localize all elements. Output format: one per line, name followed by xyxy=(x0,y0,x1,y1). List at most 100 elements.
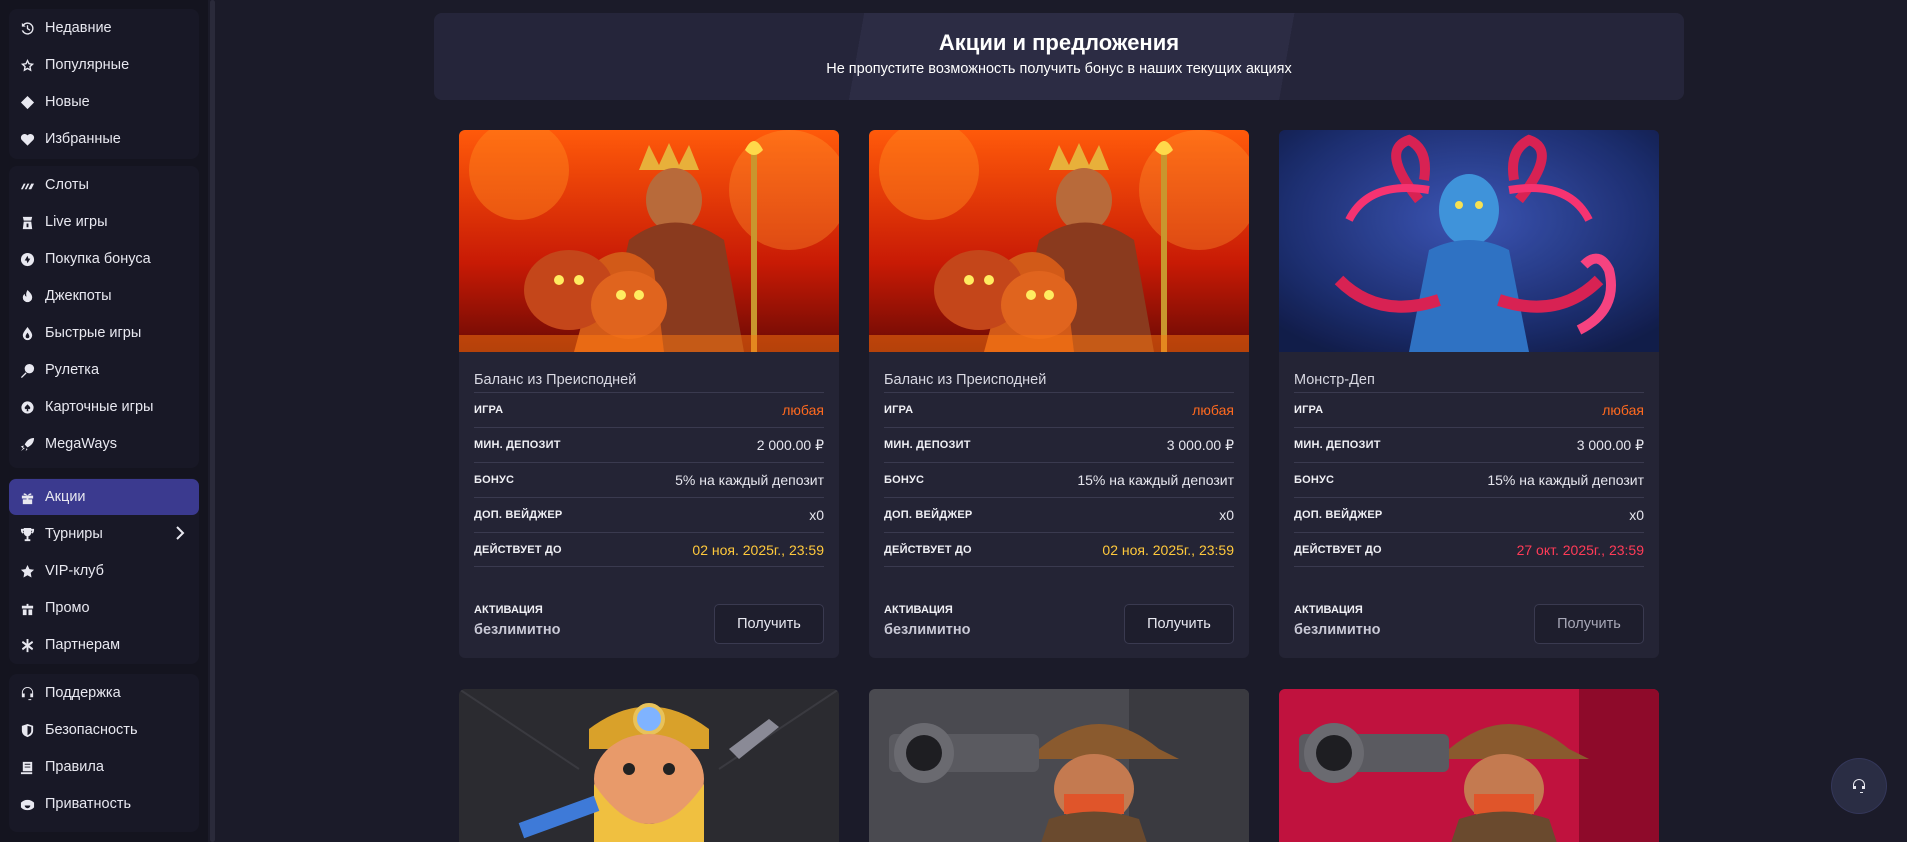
page-subtitle: Не пропустите возможность получить бонус… xyxy=(826,61,1292,77)
sidebar-item-label: Поддержка xyxy=(45,685,121,701)
slots-icon xyxy=(19,177,35,193)
sidebar-item-support[interactable]: Поддержка xyxy=(9,675,199,711)
promo-row-extra-wager: ДОП. ВЕЙДЖЕР x0 xyxy=(474,497,824,532)
promo-title: Баланс из Преисподней xyxy=(884,372,1047,388)
support-chat-button[interactable] xyxy=(1832,759,1886,813)
sidebar-item-label: Покупка бонуса xyxy=(45,251,151,267)
hades-king-art-icon xyxy=(459,130,839,352)
promo-card: Баланс из Преисподней ИГРА любая МИН. ДЕ… xyxy=(459,130,839,658)
chevron-right-icon xyxy=(175,526,187,540)
promo-row-game: ИГРА любая xyxy=(1294,392,1644,427)
flame-icon xyxy=(19,288,35,304)
sidebar-item-recent[interactable]: Недавние xyxy=(9,10,199,46)
sidebar-item-fast-games[interactable]: Быстрые игры xyxy=(9,315,199,351)
row-value: 2 000.00 ₽ xyxy=(756,436,824,453)
sidebar-item-popular[interactable]: Популярные xyxy=(9,47,199,83)
sidebar-item-tournaments[interactable]: Турниры xyxy=(9,516,199,552)
sidebar-item-slots[interactable]: Слоты xyxy=(9,167,199,203)
promo-card-image[interactable] xyxy=(869,689,1249,842)
promo-row-valid-until: ДЕЙСТВУЕТ ДО 02 ноя. 2025г., 23:59 xyxy=(474,532,824,567)
promo-row-valid-until: ДЕЙСТВУЕТ ДО 02 ноя. 2025г., 23:59 xyxy=(884,532,1234,567)
activation-value: безлимитно xyxy=(884,622,971,638)
sidebar-item-favorites[interactable]: Избранные xyxy=(9,121,199,157)
gift-icon xyxy=(19,489,35,505)
sidebar-item-label: Новые xyxy=(45,94,90,110)
row-value: 15% на каждый депозит xyxy=(1487,472,1644,488)
activation-value: безлимитно xyxy=(1294,622,1381,638)
row-label: ИГРА xyxy=(1294,404,1324,416)
row-label: ДОП. ВЕЙДЖЕР xyxy=(884,509,973,521)
row-value: 02 ноя. 2025г., 23:59 xyxy=(1102,541,1234,558)
activation-label: АКТИВАЦИЯ xyxy=(1294,604,1363,616)
row-label: ДЕЙСТВУЕТ ДО xyxy=(884,543,972,556)
sidebar-item-label: Избранные xyxy=(45,131,121,147)
sidebar-item-promo[interactable]: Промо xyxy=(9,590,199,626)
row-value: любая xyxy=(1602,402,1644,418)
sidebar-item-promotions[interactable]: Акции xyxy=(9,479,199,515)
row-label: ДЕЙСТВУЕТ ДО xyxy=(1294,543,1382,556)
promo-row-game: ИГРА любая xyxy=(884,392,1234,427)
nav-group-info: Поддержка Безопасность Правила Приватнос… xyxy=(9,674,199,832)
sidebar-scrollbar[interactable] xyxy=(210,0,215,842)
promo-image xyxy=(1279,130,1659,352)
activation-value: безлимитно xyxy=(474,622,561,638)
sidebar-item-roulette[interactable]: Рулетка xyxy=(9,352,199,388)
sidebar-item-bonus-buy[interactable]: Покупка бонуса xyxy=(9,241,199,277)
row-label: БОНУС xyxy=(884,474,925,486)
row-value: x0 xyxy=(809,507,824,523)
partners-icon xyxy=(19,637,35,653)
row-label: МИН. ДЕПОЗИТ xyxy=(1294,439,1381,451)
sidebar-item-megaways[interactable]: MegaWays xyxy=(9,426,199,462)
get-bonus-button[interactable]: Получить xyxy=(714,604,824,644)
heart-icon xyxy=(19,131,35,147)
row-label: МИН. ДЕПОЗИТ xyxy=(474,439,561,451)
row-value: любая xyxy=(1192,402,1234,418)
sidebar-item-card-games[interactable]: Карточные игры xyxy=(9,389,199,425)
sidebar-item-label: Быстрые игры xyxy=(45,325,142,341)
row-label: ДОП. ВЕЙДЖЕР xyxy=(1294,509,1383,521)
sidebar-item-security[interactable]: Безопасность xyxy=(9,712,199,748)
sidebar-item-vip-club[interactable]: VIP-клуб xyxy=(9,553,199,589)
row-label: ДЕЙСТВУЕТ ДО xyxy=(474,543,562,556)
promo-image xyxy=(459,130,839,352)
promo-card: Баланс из Преисподней ИГРА любая МИН. ДЕ… xyxy=(869,130,1249,658)
headset-icon xyxy=(19,685,35,701)
promo-card-image[interactable] xyxy=(459,689,839,842)
row-value: x0 xyxy=(1219,507,1234,523)
row-label: ДОП. ВЕЙДЖЕР xyxy=(474,509,563,521)
row-value: 3 000.00 ₽ xyxy=(1166,436,1234,453)
sidebar-item-label: VIP-клуб xyxy=(45,563,104,579)
nav-group-games: Слоты Live игры Покупка бонуса Джекпоты … xyxy=(9,166,199,468)
get-bonus-button[interactable]: Получить xyxy=(1124,604,1234,644)
cowboy-gunslinger-art-icon xyxy=(1279,689,1659,842)
promo-row-min-deposit: МИН. ДЕПОЗИТ 2 000.00 ₽ xyxy=(474,427,824,462)
sidebar-item-privacy[interactable]: Приватность xyxy=(9,786,199,822)
sidebar-item-live-games[interactable]: Live игры xyxy=(9,204,199,240)
privacy-icon xyxy=(19,796,35,812)
row-label: МИН. ДЕПОЗИТ xyxy=(884,439,971,451)
sidebar-item-new[interactable]: Новые xyxy=(9,84,199,120)
row-value: 5% на каждый депозит xyxy=(675,472,824,488)
sidebar-item-label: Турниры xyxy=(45,526,103,542)
dwarf-miner-art-icon xyxy=(459,689,839,842)
bonus-buy-icon xyxy=(19,251,35,267)
star-outline-icon xyxy=(19,57,35,73)
row-value: 3 000.00 ₽ xyxy=(1576,436,1644,453)
promo-row-min-deposit: МИН. ДЕПОЗИТ 3 000.00 ₽ xyxy=(1294,427,1644,462)
get-bonus-button[interactable]: Получить xyxy=(1534,604,1644,644)
promo-title: Монстр-Деп xyxy=(1294,372,1375,388)
row-value: x0 xyxy=(1629,507,1644,523)
promo-row-extra-wager: ДОП. ВЕЙДЖЕР x0 xyxy=(1294,497,1644,532)
sidebar-item-label: Безопасность xyxy=(45,722,138,738)
sidebar-item-label: Партнерам xyxy=(45,637,121,653)
sidebar-item-rules[interactable]: Правила xyxy=(9,749,199,785)
medusa-art-icon xyxy=(1279,130,1659,352)
sidebar-item-jackpots[interactable]: Джекпоты xyxy=(9,278,199,314)
live-dealer-icon xyxy=(19,214,35,230)
promo-row-valid-until: ДЕЙСТВУЕТ ДО 27 окт. 2025г., 23:59 xyxy=(1294,532,1644,567)
sidebar-item-partners[interactable]: Партнерам xyxy=(9,627,199,663)
fire-drop-icon xyxy=(19,325,35,341)
promo-row-extra-wager: ДОП. ВЕЙДЖЕР x0 xyxy=(884,497,1234,532)
sidebar-item-label: Акции xyxy=(45,489,86,505)
promo-card-image[interactable] xyxy=(1279,689,1659,842)
